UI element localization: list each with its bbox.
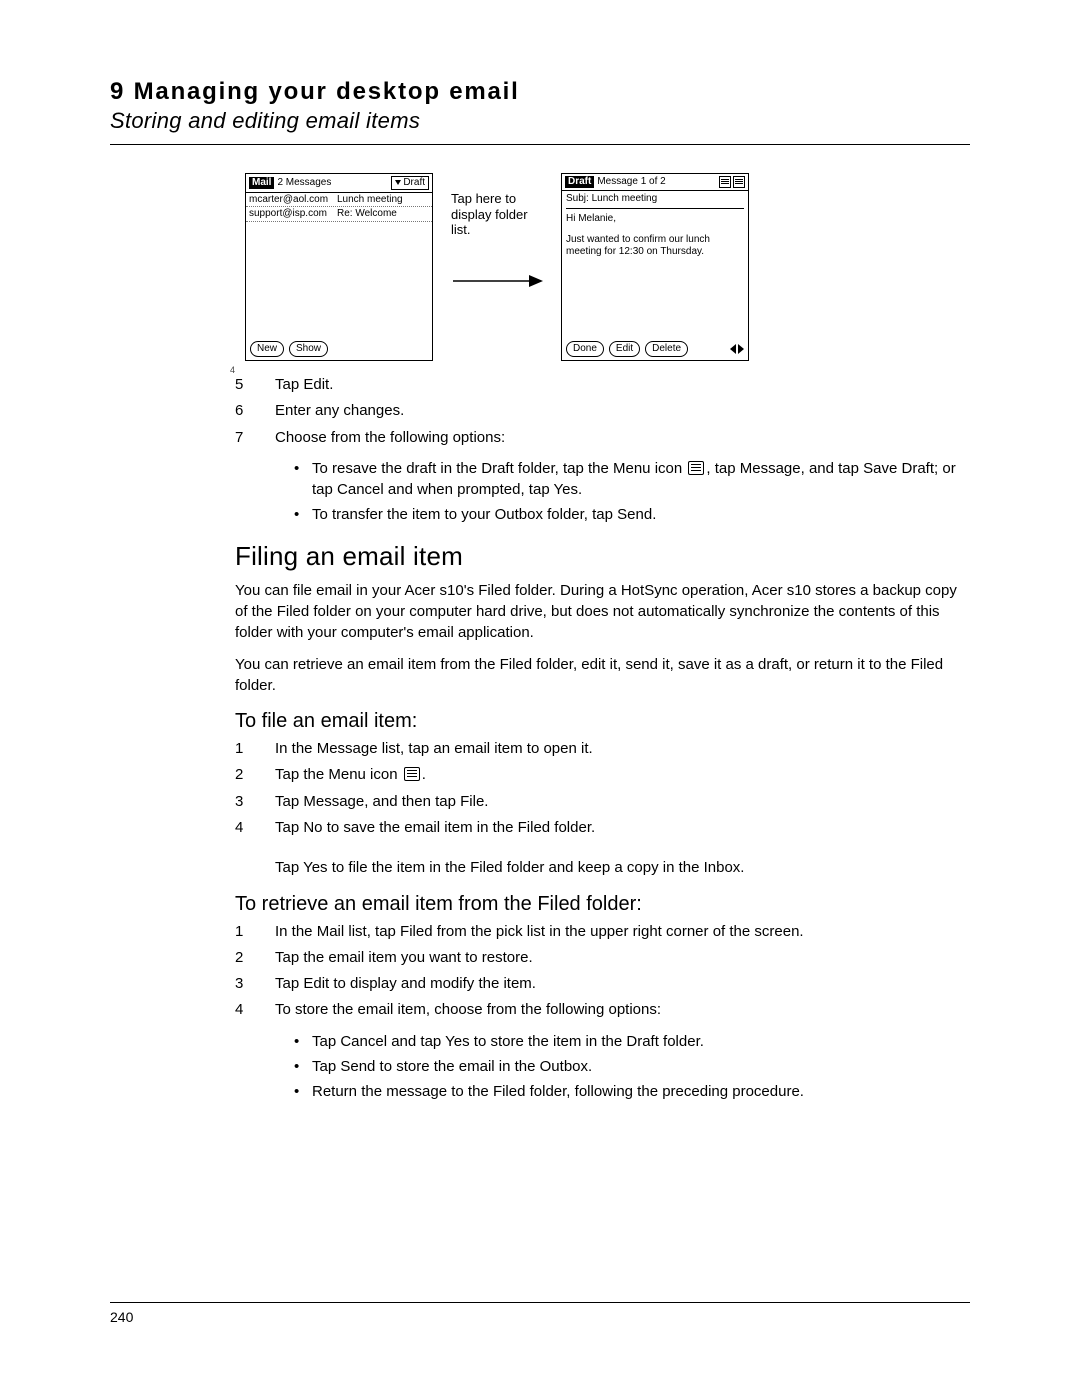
chapter-number: 9 [110,78,125,105]
show-button[interactable]: Show [289,341,328,357]
step-number: 3 [235,974,249,994]
step-text: Enter any changes. [275,401,404,421]
step-text: Tap the Menu icon . [275,765,426,785]
steps-continued: 5 Tap Edit. 6 Enter any changes. 7 Choose f… [235,375,970,448]
subj-label: Subj: [566,193,589,204]
bullet-item: Return the message to the Filed folder, … [290,1081,970,1102]
page-number: 240 [110,1309,133,1325]
chapter-title: Managing your desktop email [134,78,520,105]
step-number: 7 [235,428,249,448]
new-button[interactable]: New [250,341,284,357]
to-file-steps: 1 In the Message list, tap an email item … [235,739,970,879]
title-icons [719,176,745,188]
row-address: mcarter@aol.com [249,194,331,206]
screenshot-mail-list: Mail 2 Messages Draft mcarter@aol.com Lu… [245,173,433,361]
row-address: support@isp.com [249,208,331,220]
message-greeting: Hi Melanie, [566,208,744,225]
bullet-item: Tap Cancel and tap Yes to store the item… [290,1031,970,1052]
body-text: You can file email in your Acer s10's Fi… [235,580,970,644]
figure-row: Mail 2 Messages Draft mcarter@aol.com Lu… [245,173,970,361]
chapter-line: 9 Managing your desktop email [110,78,970,106]
step-number: 6 [235,401,249,421]
list-view-icon[interactable] [719,176,731,188]
body-text: You can retrieve an email item from the … [235,654,970,697]
step-number: 1 [235,922,249,942]
step-text: Tap No to save the email item in the Fil… [275,818,744,879]
step-number: 4 [235,818,249,879]
step-number: 2 [235,765,249,785]
bullet-text: To resave the draft in the Draft folder,… [312,460,956,498]
to-retrieve-steps: 1 In the Mail list, tap Filed from the pi… [235,922,970,1021]
folder-selector[interactable]: Draft [391,176,429,190]
prev-icon [730,344,736,354]
step-number: 5 [235,375,249,395]
edit-button[interactable]: Edit [609,341,640,357]
page: 9 Managing your desktop email Storing an… [0,0,1080,1397]
step-text: Choose from the following options: [275,428,505,448]
step7-options: To resave the draft in the Draft folder,… [290,458,970,525]
heading-to-file: To file an email item: [235,710,970,733]
retrieve-options: Tap Cancel and tap Yes to store the item… [290,1031,970,1102]
bullet-item: To resave the draft in the Draft folder,… [290,458,970,500]
bullet-item: To transfer the item to your Outbox fold… [290,504,970,525]
step-text: Tap the email item you want to restore. [275,948,533,968]
step-number: 1 [235,739,249,759]
page-footer: 240 [110,1302,970,1325]
subj-value: Lunch meeting [592,193,658,204]
step-text: Tap Edit. [275,375,333,395]
step-number: 4 [235,1000,249,1020]
step-text: Tap Edit to display and modify the item. [275,974,536,994]
menu-icon [688,461,704,475]
bullet-item: Tap Send to store the email in the Outbo… [290,1056,970,1077]
step-text: To store the email item, choose from the… [275,1000,661,1020]
screenshot-draft-message: Draft Message 1 of 2 Subj: Lunch meeting… [561,173,749,361]
menu-icon [404,767,420,781]
delete-button[interactable]: Delete [645,341,688,357]
step-number: 3 [235,792,249,812]
app-label: Draft [565,176,594,188]
nav-arrows[interactable] [730,344,744,354]
detail-view-icon[interactable] [733,176,745,188]
step-number: 2 [235,948,249,968]
callout-text: Tap here to display folder list. [451,191,543,238]
figure-callout: Tap here to display folder list. [451,173,543,293]
folder-selector-label: Draft [403,177,425,189]
step-text: In the Mail list, tap Filed from the pic… [275,922,804,942]
arrow-icon [451,272,543,294]
row-subject: Lunch meeting [337,194,403,206]
step-text: Tap Message, and then tap File. [275,792,488,812]
next-icon [738,344,744,354]
figure-marker: 4 [230,365,235,375]
page-header: 9 Managing your desktop email Storing an… [110,78,970,145]
messages-count: 2 Messages [277,177,331,189]
heading-to-retrieve: To retrieve an email item from the Filed… [235,893,970,916]
message-count: Message 1 of 2 [597,176,665,188]
row-subject: Re: Welcome [337,208,397,220]
step-text: In the Message list, tap an email item t… [275,739,593,759]
message-body: Just wanted to confirm our lunch meeting… [566,234,744,257]
section-subtitle: Storing and editing email items [110,108,970,134]
app-label: Mail [249,177,274,189]
heading-filing: Filing an email item [235,541,970,572]
chevron-down-icon [395,180,401,185]
done-button[interactable]: Done [566,341,604,357]
